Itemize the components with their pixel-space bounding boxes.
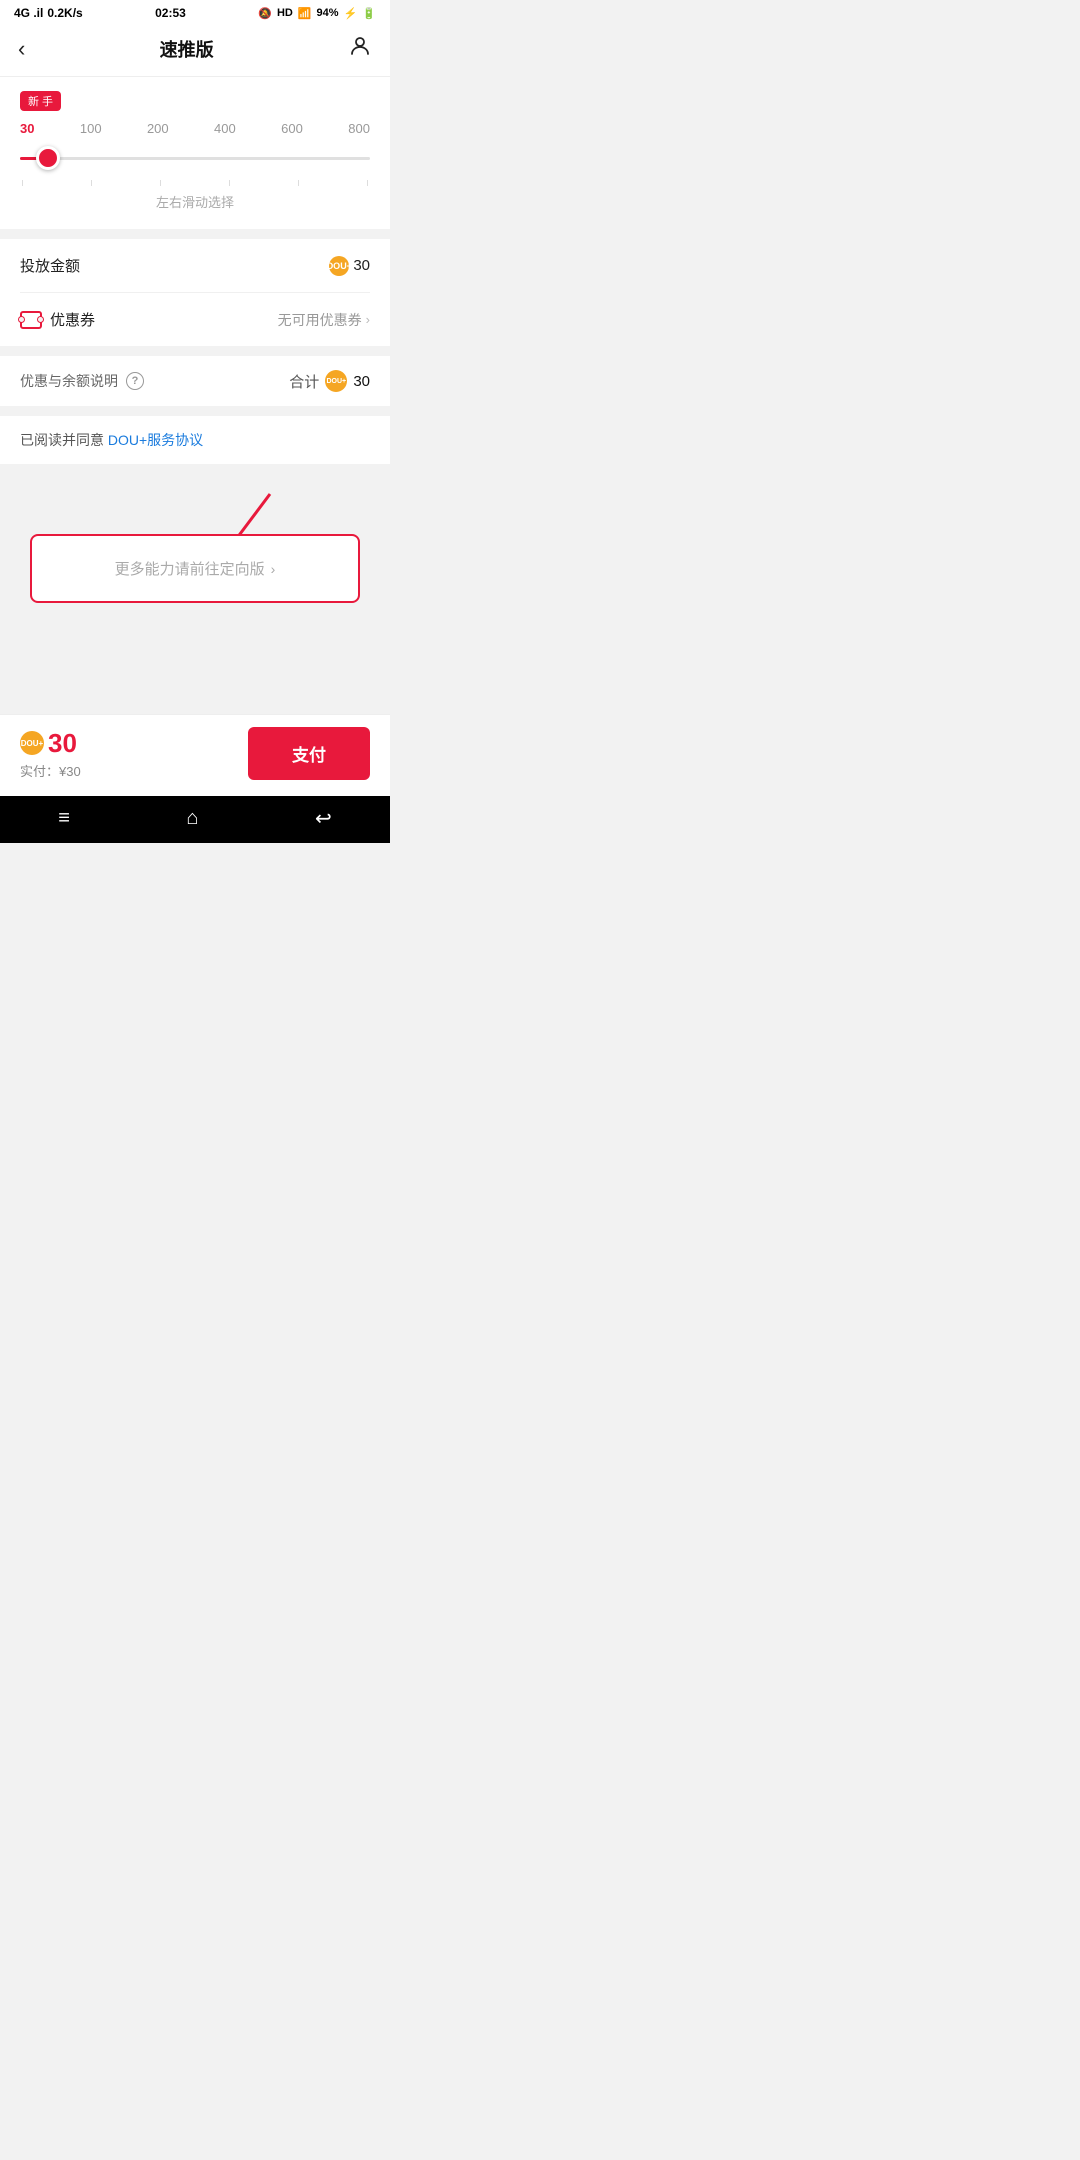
bottom-price-top: DOU+ 30 [20, 728, 81, 759]
more-options-chevron: › [271, 561, 276, 577]
agreement-section: 已阅读并同意 DOU+服务协议 [0, 416, 390, 464]
scale-item-200: 200 [147, 121, 169, 136]
info-section: 投放金额 DOU+ 30 优惠券 无可用优惠券 › [0, 239, 390, 346]
slider-thumb[interactable] [36, 146, 60, 170]
charging-icon: ⚡ [344, 7, 358, 20]
home-button[interactable]: ⌂ [186, 807, 198, 830]
dash-1 [22, 180, 23, 186]
bottom-price-block: DOU+ 30 实付：¥30 [20, 728, 81, 780]
scale-item-800: 800 [348, 121, 370, 136]
top-navigation: ‹ 速推版 [0, 24, 390, 77]
coin-icon-subtotal: DOU+ [325, 370, 347, 392]
alarm-icon: 🔕 [258, 7, 272, 20]
profile-button[interactable] [348, 34, 372, 64]
subtotal-left: 优惠与余额说明 ? [20, 371, 144, 391]
subtotal-description-label: 优惠与余额说明 [20, 371, 118, 391]
back-nav-button[interactable]: ↩ [315, 806, 332, 831]
coupon-text: 优惠券 [50, 309, 95, 330]
slider-track-wrapper[interactable] [20, 144, 370, 172]
agreement-prefix: 已阅读并同意 [20, 432, 108, 448]
middle-area: 更多能力请前往定向版 › [0, 474, 390, 714]
dash-4 [229, 180, 230, 186]
actual-label: 实付： [20, 764, 59, 779]
help-icon[interactable]: ? [126, 372, 144, 390]
status-bar: 4G .il 0.2K/s 02:53 🔕 HD 📶 94% ⚡ 🔋 [0, 0, 390, 24]
coupon-value: 无可用优惠券 › [278, 310, 370, 330]
battery-icon: 🔋 [362, 7, 376, 20]
bottom-coin-icon: DOU+ [20, 731, 44, 755]
more-options-text: 更多能力请前往定向版 [115, 558, 265, 579]
amount-row: 投放金额 DOU+ 30 [20, 239, 370, 293]
battery-level: 94% [317, 7, 339, 19]
status-time: 02:53 [155, 6, 186, 20]
network-speed: 0.2K/s [47, 6, 82, 20]
agreement-link[interactable]: DOU+服务协议 [108, 432, 203, 448]
slider-scale: 30 100 200 400 600 800 [20, 121, 370, 136]
coupon-label: 优惠券 [20, 309, 95, 330]
total-value: 30 [353, 373, 370, 390]
page-title: 速推版 [160, 36, 214, 62]
wifi-icon: 📶 [298, 7, 312, 20]
amount-number: 30 [353, 257, 370, 274]
dash-2 [91, 180, 92, 186]
subtotal-section: 优惠与余额说明 ? 合计 DOU+ 30 [0, 356, 390, 406]
bottom-bar: DOU+ 30 实付：¥30 支付 [0, 714, 390, 796]
status-right: 🔕 HD 📶 94% ⚡ 🔋 [258, 7, 376, 20]
coin-icon-amount: DOU+ [329, 256, 349, 276]
total-label: 合计 [289, 371, 319, 392]
coupon-chevron: › [366, 312, 370, 327]
dash-5 [298, 180, 299, 186]
actual-price: ¥30 [59, 764, 81, 779]
system-navigation: ≡ ⌂ ↩ [0, 796, 390, 843]
status-left: 4G .il 0.2K/s [14, 6, 83, 20]
bottom-actual-price: 实付：¥30 [20, 761, 81, 780]
slider-dashes [20, 180, 370, 186]
slider-hint: 左右滑动选择 [20, 192, 370, 211]
scale-item-100: 100 [80, 121, 102, 136]
amount-value: DOU+ 30 [329, 256, 370, 276]
back-button[interactable]: ‹ [18, 36, 25, 62]
slider-section: 新 手 30 100 200 400 600 800 左右滑动选择 [0, 77, 390, 229]
hd-label: HD [277, 7, 293, 19]
dash-3 [160, 180, 161, 186]
pay-button[interactable]: 支付 [248, 727, 370, 780]
scale-item-600: 600 [281, 121, 303, 136]
slider-track [20, 157, 370, 160]
scale-item-400: 400 [214, 121, 236, 136]
coupon-row[interactable]: 优惠券 无可用优惠券 › [20, 293, 370, 346]
dash-6 [367, 180, 368, 186]
menu-button[interactable]: ≡ [58, 807, 70, 830]
coupon-icon [20, 311, 42, 329]
coupon-status: 无可用优惠券 [278, 310, 362, 330]
carrier-signal: 4G .il [14, 6, 43, 20]
bottom-coin-num: 30 [48, 728, 77, 759]
scale-item-30: 30 [20, 121, 34, 136]
more-options-button[interactable]: 更多能力请前往定向版 › [30, 534, 360, 603]
subtotal-right: 合计 DOU+ 30 [289, 370, 370, 392]
new-user-badge: 新 手 [20, 91, 61, 111]
amount-label: 投放金额 [20, 255, 80, 276]
